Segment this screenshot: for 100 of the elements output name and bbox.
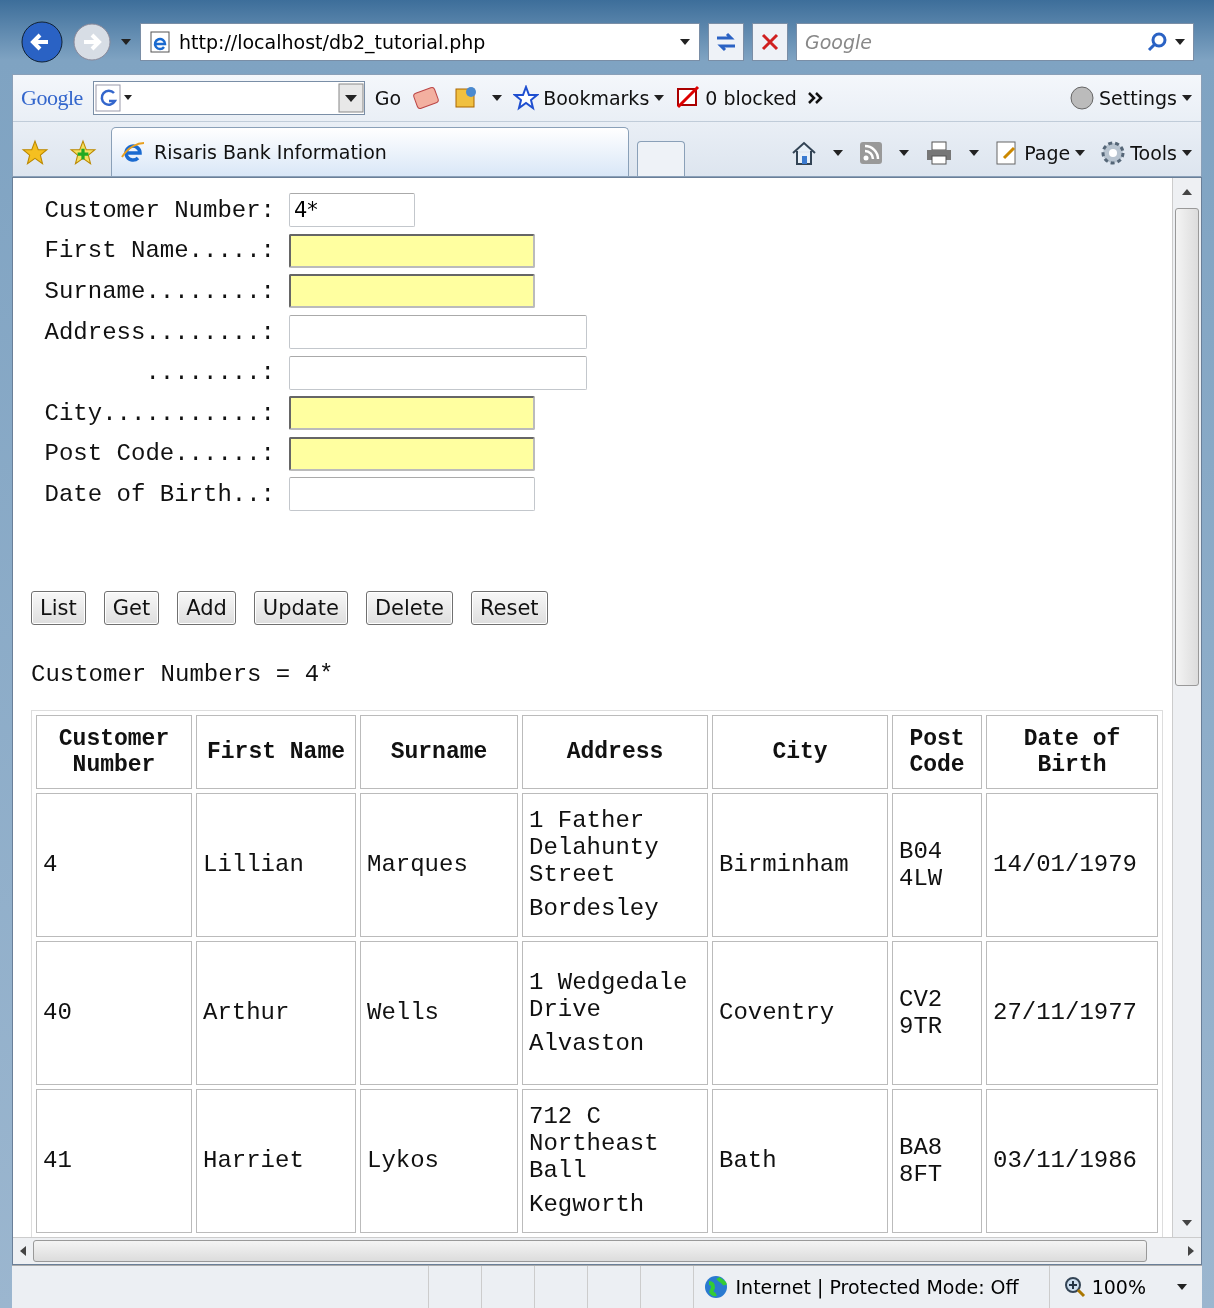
back-icon[interactable]: [20, 20, 64, 64]
field-label: Post Code......:: [43, 440, 275, 468]
search-field[interactable]: Google: [796, 23, 1194, 61]
table-cell: Marques: [360, 792, 518, 937]
form-button[interactable]: List: [31, 590, 86, 625]
tools-menu[interactable]: Tools: [1100, 140, 1193, 166]
table-cell: 14/01/1979: [986, 792, 1158, 937]
feed-icon[interactable]: [858, 140, 885, 166]
caret-icon[interactable]: [491, 94, 504, 102]
scroll-left-icon[interactable]: [19, 1245, 27, 1257]
popup-blocker-button[interactable]: 0 blocked: [675, 85, 797, 111]
field-label: Date of Birth..:: [43, 480, 275, 508]
input-field[interactable]: [289, 477, 535, 512]
table-cell: Birminham: [712, 792, 888, 937]
form-button[interactable]: Get: [103, 590, 160, 625]
result-text: Customer Numbers = 4*: [31, 660, 335, 688]
circle-icon: [1069, 85, 1096, 111]
caret-icon[interactable]: [832, 149, 845, 157]
gear-icon: [1100, 140, 1127, 166]
input-field[interactable]: [289, 396, 535, 431]
column-header: Address: [522, 714, 708, 789]
table-cell: 40: [36, 940, 192, 1085]
forward-icon[interactable]: [72, 22, 112, 62]
table-cell: 03/11/1986: [986, 1088, 1158, 1233]
dropdown-icon[interactable]: [337, 83, 364, 113]
input-field[interactable]: [289, 436, 535, 471]
table-cell: 4: [36, 792, 192, 937]
input-field[interactable]: [289, 355, 587, 390]
zoom-icon: [1063, 1276, 1086, 1298]
table-cell: Coventry: [712, 940, 888, 1085]
table-cell: 41: [36, 1088, 192, 1233]
add-favorite-icon[interactable]: [69, 139, 97, 167]
settings-menu[interactable]: Settings: [1069, 85, 1193, 111]
blocked-icon: [675, 85, 702, 111]
address-field[interactable]: http://localhost/db2_tutorial.php: [140, 23, 700, 61]
close-icon[interactable]: [752, 23, 788, 61]
caret-icon[interactable]: [1176, 1283, 1188, 1291]
scroll-up-icon[interactable]: [1181, 188, 1193, 196]
security-zone-text: Internet | Protected Mode: Off: [735, 1276, 1019, 1298]
table-cell: 712 C Northeast Ball Kegworth: [522, 1088, 708, 1233]
scroll-down-icon[interactable]: [1181, 1219, 1193, 1227]
bookmarks-menu[interactable]: Bookmarks: [513, 85, 666, 111]
column-header: Post Code: [892, 714, 982, 789]
caret-icon[interactable]: [1174, 38, 1186, 46]
table-cell: Bath: [712, 1088, 888, 1233]
column-header: City: [712, 714, 888, 789]
caret-icon: [1074, 149, 1087, 157]
input-field[interactable]: [289, 233, 535, 268]
search-icon[interactable]: [1146, 31, 1168, 53]
page-icon: [149, 31, 171, 53]
column-header: First Name: [196, 714, 356, 789]
field-label: ........:: [144, 359, 275, 387]
field-label: City...........:: [43, 399, 275, 427]
column-header: Date of Birth: [986, 714, 1158, 789]
input-field[interactable]: [289, 315, 587, 350]
browser-tab[interactable]: Risaris Bank Information: [111, 127, 629, 176]
table-cell: Lykos: [360, 1088, 518, 1233]
table-cell: BA8 8FT: [892, 1088, 982, 1233]
zoom-level[interactable]: 100%: [1091, 1276, 1146, 1298]
refresh-icon[interactable]: [708, 23, 744, 61]
caret-icon: [1181, 149, 1193, 157]
column-header: Surname: [360, 714, 518, 789]
google-logo: Google: [21, 85, 83, 111]
table-cell: Wells: [360, 940, 518, 1085]
column-header: Customer Number: [36, 714, 192, 789]
caret-icon: [1181, 94, 1193, 102]
form-button[interactable]: Update: [253, 590, 348, 625]
table-cell: 1 Wedgedale Drive Alvaston: [522, 940, 708, 1085]
g-icon[interactable]: [93, 83, 134, 113]
table-cell: CV2 9TR: [892, 940, 982, 1085]
input-field[interactable]: 4*: [289, 193, 415, 228]
table-cell: Arthur: [196, 940, 356, 1085]
table-cell: 1 Father Delahunty Street Bordesley: [522, 792, 708, 937]
table-cell: Harriet: [196, 1088, 356, 1233]
field-label: Address........:: [43, 318, 275, 346]
table-cell: B04 4LW: [892, 792, 982, 937]
star-icon: [513, 85, 540, 111]
scroll-right-icon[interactable]: [1187, 1245, 1195, 1257]
field-label: Customer Number:: [43, 196, 275, 224]
form-button[interactable]: Delete: [365, 590, 453, 625]
globe-icon: [703, 1275, 728, 1299]
table-cell: 27/11/1977: [986, 940, 1158, 1085]
caret-icon[interactable]: [679, 38, 691, 46]
go-button[interactable]: Go: [374, 87, 402, 109]
horizontal-scrollbar[interactable]: [13, 1237, 1201, 1264]
google-search-field[interactable]: [92, 81, 365, 115]
caret-icon[interactable]: [898, 149, 911, 157]
page-menu[interactable]: Page: [994, 140, 1087, 166]
vertical-scrollbar[interactable]: [1172, 178, 1201, 1237]
table-cell: Lillian: [196, 792, 356, 937]
form-button[interactable]: Reset: [470, 590, 548, 625]
field-label: Surname........:: [43, 278, 275, 305]
caret-icon: [653, 94, 666, 102]
input-field[interactable]: [289, 274, 535, 309]
caret-icon[interactable]: [968, 149, 981, 157]
form-button[interactable]: Add: [177, 590, 236, 625]
chevron-icon[interactable]: [806, 91, 825, 105]
star-icon[interactable]: [21, 139, 49, 167]
browser-icon: [120, 139, 146, 165]
field-label: First Name.....:: [43, 237, 275, 265]
